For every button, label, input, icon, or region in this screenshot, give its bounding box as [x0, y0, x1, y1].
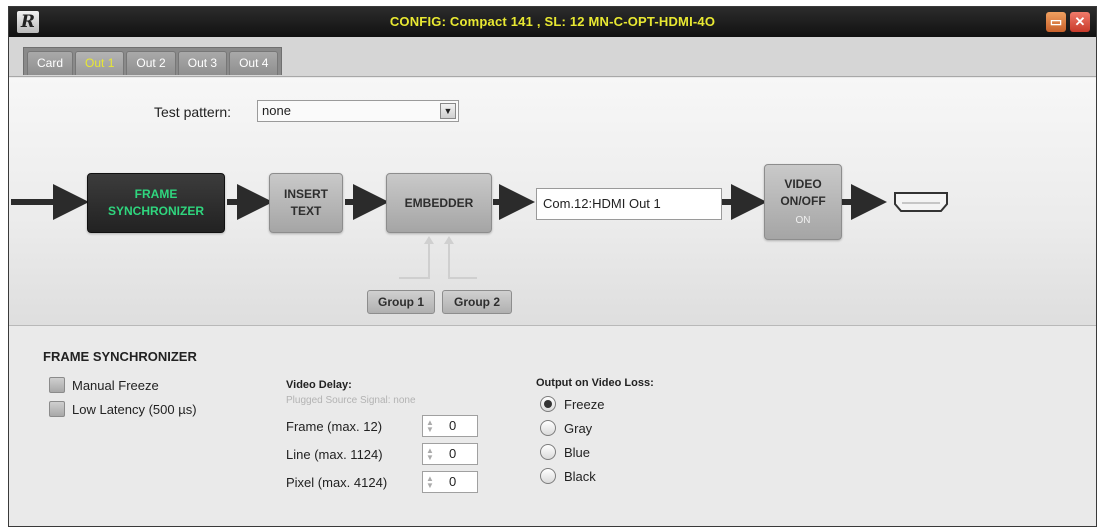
embedder-label: EMBEDDER [404, 195, 474, 210]
group-1-button[interactable]: Group 1 [367, 290, 435, 314]
low-latency-box[interactable] [49, 401, 65, 417]
spinner-arrows-icon[interactable]: ▲ ▼ [426, 447, 434, 462]
radio-blue-button[interactable] [540, 444, 556, 460]
frame-sync-line2: SYNCHRONIZER [107, 204, 204, 218]
video-onoff-line2: ON/OFF [780, 193, 826, 208]
radio-blue-label: Blue [564, 444, 591, 460]
insert-text-line2: TEXT [290, 204, 322, 218]
frame-value: 0 [449, 418, 457, 433]
manual-freeze-checkbox[interactable]: Manual Freeze [49, 375, 159, 395]
group-connector-lines [399, 240, 477, 279]
frame-spinner[interactable]: ▲ ▼ 0 [422, 415, 478, 437]
manual-freeze-box[interactable] [49, 377, 65, 393]
spinner-arrows-icon[interactable]: ▲ ▼ [426, 419, 434, 434]
radio-gray-label: Gray [564, 420, 593, 436]
video-delay-title: Video Delay: [286, 379, 352, 391]
title-bar[interactable]: R CONFIG: Compact 141 , SL: 12 MN-C-OPT-… [9, 7, 1096, 37]
panel-title: FRAME SYNCHRONIZER [43, 349, 197, 364]
arrow-up-icon [424, 236, 454, 244]
frame-sync-line1: FRAME [134, 187, 178, 201]
tab-out-4[interactable]: Out 4 [229, 51, 279, 75]
frame-synchronizer-block[interactable]: FRAME SYNCHRONIZER [87, 173, 225, 233]
group-2-button[interactable]: Group 2 [442, 290, 512, 314]
line-label: Line (max. 1124) [286, 447, 383, 462]
radio-black-button[interactable] [540, 468, 556, 484]
low-latency-label: Low Latency (500 µs) [72, 401, 197, 417]
video-onoff-state: ON [795, 214, 811, 226]
insert-text-line1: INSERT [283, 187, 328, 201]
radio-blue[interactable]: Blue [540, 442, 590, 462]
radio-gray[interactable]: Gray [540, 418, 592, 438]
radio-freeze[interactable]: Freeze [540, 394, 604, 414]
manual-freeze-label: Manual Freeze [72, 377, 159, 393]
output-name-field[interactable]: Com.12:HDMI Out 1 [536, 188, 722, 220]
pixel-value: 0 [449, 474, 457, 489]
pixel-spinner[interactable]: ▲ ▼ 0 [422, 471, 478, 493]
video-onoff-line1: VIDEO [784, 176, 822, 191]
pixel-label: Pixel (max. 4124) [286, 475, 388, 490]
line-value: 0 [449, 446, 457, 461]
low-latency-checkbox[interactable]: Low Latency (500 µs) [49, 399, 197, 419]
frame-synchronizer-panel: FRAME SYNCHRONIZER Manual Freeze Low Lat… [9, 327, 1096, 526]
tab-strip: Card Out 1 Out 2 Out 3 Out 4 [23, 47, 283, 75]
radio-gray-button[interactable] [540, 420, 556, 436]
tab-out-2[interactable]: Out 2 [126, 51, 176, 75]
signal-hint: Plugged Source Signal: none [286, 395, 416, 406]
tab-out-1[interactable]: Out 1 [75, 51, 125, 75]
insert-text-block[interactable]: INSERT TEXT [269, 173, 343, 233]
config-window: R CONFIG: Compact 141 , SL: 12 MN-C-OPT-… [8, 6, 1097, 527]
embedder-block[interactable]: EMBEDDER [386, 173, 492, 233]
radio-black[interactable]: Black [540, 466, 596, 486]
tab-bar: Card Out 1 Out 2 Out 3 Out 4 [9, 37, 1096, 77]
radio-freeze-label: Freeze [564, 396, 605, 412]
signal-flow-diagram: Test pattern: none ▼ FRAME SYNCHRONIZER … [9, 78, 1096, 326]
frame-label: Frame (max. 12) [286, 419, 383, 434]
radio-black-label: Black [564, 468, 596, 484]
video-loss-title: Output on Video Loss: [536, 377, 654, 389]
tab-card[interactable]: Card [27, 51, 74, 75]
tab-out-3[interactable]: Out 3 [177, 51, 228, 75]
video-onoff-block[interactable]: VIDEO ON/OFF ON [764, 164, 842, 240]
window-title: CONFIG: Compact 141 , SL: 12 MN-C-OPT-HD… [389, 14, 716, 29]
minimize-button[interactable]: ▭ [1046, 12, 1066, 32]
hdmi-port-icon [894, 192, 948, 212]
line-spinner[interactable]: ▲ ▼ 0 [422, 443, 478, 465]
radio-freeze-button[interactable] [540, 396, 556, 412]
close-button[interactable]: ✕ [1070, 12, 1090, 32]
spinner-arrows-icon[interactable]: ▲ ▼ [426, 475, 434, 490]
